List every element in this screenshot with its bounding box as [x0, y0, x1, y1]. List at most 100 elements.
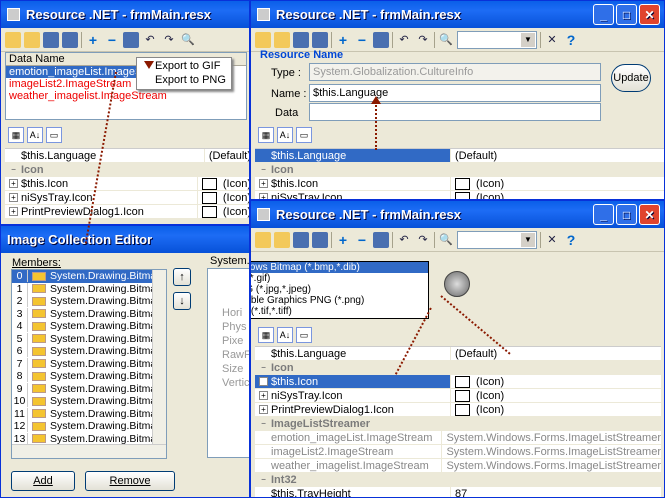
- member-item[interactable]: 8 System.Drawing.Bitma: [12, 370, 166, 383]
- category-row[interactable]: − Icon: [5, 163, 249, 177]
- undo-icon[interactable]: ↶: [142, 32, 158, 48]
- format-item[interactable]: GIF (*.gif): [251, 273, 428, 284]
- property-row[interactable]: emotion_imageList.ImageStream System.Wind…: [255, 431, 661, 445]
- prop-value[interactable]: (Default): [451, 149, 664, 162]
- new-icon[interactable]: [255, 231, 271, 248]
- save-icon[interactable]: [293, 31, 309, 48]
- property-pages-icon[interactable]: ▭: [46, 127, 62, 143]
- redo-icon[interactable]: ↷: [161, 32, 177, 48]
- property-row[interactable]: $this.Language (Default): [255, 347, 661, 361]
- property-row[interactable]: + niSysTray.Icon (Icon): [255, 191, 664, 199]
- categorized-icon[interactable]: ▦: [258, 127, 274, 143]
- close-icon[interactable]: ✕: [544, 32, 560, 48]
- help-icon[interactable]: ?: [563, 232, 579, 248]
- member-item[interactable]: 4 System.Drawing.Bitma: [12, 320, 166, 333]
- expand-icon[interactable]: +: [259, 193, 268, 199]
- member-item[interactable]: 3 System.Drawing.Bitma: [12, 307, 166, 321]
- property-row[interactable]: + $this.Icon (Icon): [255, 375, 661, 389]
- move-up-button[interactable]: ↑: [173, 268, 191, 286]
- update-button[interactable]: Update: [611, 64, 651, 92]
- property-row[interactable]: $this.Language (Default): [255, 149, 664, 163]
- member-item[interactable]: 5 System.Drawing.Bitma: [12, 332, 166, 346]
- data-field[interactable]: [309, 103, 601, 121]
- remove-icon[interactable]: −: [354, 32, 370, 48]
- member-item[interactable]: 6 System.Drawing.Bitma: [12, 345, 166, 358]
- property-row[interactable]: + PrintPreviewDialog1.Icon (Icon): [255, 403, 661, 417]
- open-icon[interactable]: [24, 31, 40, 48]
- format-item[interactable]: Windows Bitmap (*.bmp,*.dib): [251, 262, 428, 273]
- property-row[interactable]: + $this.Icon (Icon): [5, 177, 249, 191]
- redo-icon[interactable]: ↷: [415, 232, 431, 248]
- horizontal-scrollbar[interactable]: [12, 444, 166, 458]
- member-item[interactable]: 1 System.Drawing.Bitma: [12, 282, 166, 296]
- category-row[interactable]: − Int32: [255, 473, 661, 487]
- type-select[interactable]: System.Globalization.CultureInfo: [309, 63, 601, 81]
- expand-icon[interactable]: +: [9, 193, 18, 202]
- format-item[interactable]: TIFF (*.tif,*.tiff): [251, 306, 428, 317]
- expand-icon[interactable]: +: [259, 405, 268, 414]
- category-row[interactable]: − Icon: [255, 163, 664, 177]
- category-row[interactable]: − ImageListStreamer: [255, 417, 661, 431]
- close-icon[interactable]: ✕: [544, 232, 560, 248]
- alphabetical-icon[interactable]: A↓: [277, 127, 293, 143]
- categorized-icon[interactable]: ▦: [8, 127, 24, 143]
- property-row[interactable]: + niSysTray.Icon (Icon): [5, 191, 249, 205]
- property-row[interactable]: + $this.Icon (Icon): [255, 177, 664, 191]
- property-pages-icon[interactable]: ▭: [296, 327, 312, 343]
- add-icon[interactable]: +: [85, 32, 101, 48]
- search-combo[interactable]: [457, 230, 537, 249]
- move-down-button[interactable]: ↓: [173, 292, 191, 310]
- redo-icon[interactable]: ↷: [415, 32, 431, 48]
- list-item[interactable]: emotion_imageList.ImageStream: [6, 66, 140, 78]
- close-button[interactable]: ✕: [639, 4, 660, 25]
- list-item[interactable]: weather_imagelist.ImageStream: [6, 90, 246, 102]
- add-button[interactable]: Add: [11, 471, 75, 491]
- menu-export-png[interactable]: Export to PNG: [137, 72, 231, 86]
- save-all-icon[interactable]: [312, 231, 328, 248]
- expand-icon[interactable]: +: [259, 377, 268, 386]
- expand-icon[interactable]: +: [9, 207, 18, 216]
- vertical-scrollbar[interactable]: [152, 270, 166, 446]
- new-icon[interactable]: [5, 31, 21, 48]
- members-list[interactable]: 0 System.Drawing.Bitma 1 System.Drawing.Bit…: [11, 269, 167, 459]
- member-item[interactable]: 11 System.Drawing.Bitma: [12, 407, 166, 421]
- member-item[interactable]: 10 System.Drawing.Bitma: [12, 395, 166, 408]
- format-list[interactable]: Windows Bitmap (*.bmp,*.dib)GIF (*.gif)J…: [251, 261, 429, 319]
- property-pages-icon[interactable]: ▭: [296, 127, 312, 143]
- property-row[interactable]: imageList2.ImageStream System.Windows.For…: [255, 445, 661, 459]
- member-item[interactable]: 2 System.Drawing.Bitma: [12, 295, 166, 308]
- image-icon[interactable]: [373, 31, 389, 48]
- member-item[interactable]: 12 System.Drawing.Bitma: [12, 420, 166, 433]
- find-icon[interactable]: 🔍: [180, 32, 196, 48]
- maximize-button[interactable]: □: [616, 204, 637, 225]
- expand-icon[interactable]: +: [259, 391, 268, 400]
- save-all-icon[interactable]: [62, 31, 78, 48]
- name-field[interactable]: $this.Language: [309, 84, 601, 102]
- member-item[interactable]: 7 System.Drawing.Bitma: [12, 357, 166, 371]
- expand-icon[interactable]: +: [259, 179, 268, 188]
- undo-icon[interactable]: ↶: [396, 32, 412, 48]
- add-icon[interactable]: +: [335, 32, 351, 48]
- member-item[interactable]: 9 System.Drawing.Bitma: [12, 382, 166, 396]
- new-icon[interactable]: [255, 31, 271, 48]
- search-combo[interactable]: [457, 30, 537, 49]
- property-row[interactable]: $this.Language (Default): [5, 149, 249, 163]
- property-row[interactable]: $this.TrayHeight 87: [255, 487, 661, 497]
- property-row[interactable]: + PrintPreviewDialog1.Icon (Icon): [5, 205, 249, 219]
- add-icon[interactable]: +: [335, 232, 351, 248]
- close-button[interactable]: ✕: [639, 204, 660, 225]
- minimize-button[interactable]: _: [593, 4, 614, 25]
- maximize-button[interactable]: □: [616, 4, 637, 25]
- format-item[interactable]: Portable Graphics PNG (*.png): [251, 295, 428, 306]
- remove-button[interactable]: Remove: [85, 471, 175, 491]
- alphabetical-icon[interactable]: A↓: [277, 327, 293, 343]
- member-item[interactable]: 0 System.Drawing.Bitma: [12, 270, 166, 283]
- minimize-button[interactable]: _: [593, 204, 614, 225]
- save-all-icon[interactable]: [312, 31, 328, 48]
- help-icon[interactable]: ?: [563, 32, 579, 48]
- find-icon[interactable]: 🔍: [438, 232, 454, 248]
- open-icon[interactable]: [274, 231, 290, 248]
- alphabetical-icon[interactable]: A↓: [27, 127, 43, 143]
- category-row[interactable]: − Icon: [255, 361, 661, 375]
- image-icon[interactable]: [123, 31, 139, 48]
